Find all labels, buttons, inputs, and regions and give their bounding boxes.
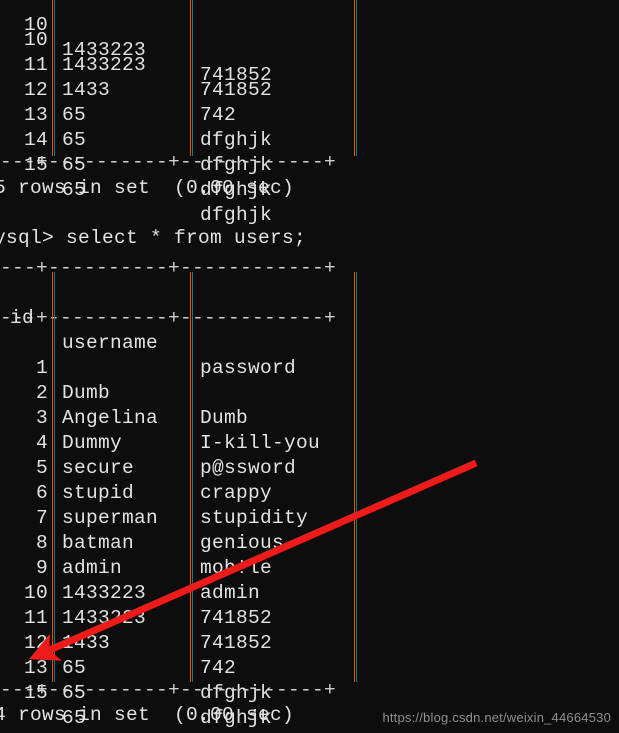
table-row: 2 Angelina I-kill-you <box>0 356 619 454</box>
column-separator <box>356 0 357 156</box>
cell-password: dfghjk <box>200 204 273 226</box>
table-rule-top: ----+----------+------------+ <box>0 257 337 279</box>
table-row: 3 Dummy p@ssword <box>0 381 619 479</box>
table-row: 12 65 dfghjk <box>0 53 619 151</box>
column-separator <box>192 0 193 156</box>
table-row: 6 superman genious <box>0 456 619 554</box>
column-separator <box>356 272 357 682</box>
table-row: 1 Dumb Dumb <box>0 331 619 429</box>
column-separator <box>190 272 191 682</box>
table-row: 11 1433 742 <box>0 581 619 679</box>
table-row: 5 stupid stupidity <box>0 431 619 529</box>
column-separator <box>54 272 55 682</box>
column-separator <box>192 272 193 682</box>
table-row: 7 batman mob!le <box>0 481 619 579</box>
column-separator <box>52 0 53 156</box>
mysql-prompt-line: ysql> select * from users; <box>0 227 307 249</box>
table-rule-bottom: ----+----------+------------+ <box>0 679 337 701</box>
column-separator <box>354 272 355 682</box>
column-separator <box>52 272 53 682</box>
table-row: 4 secure crappy <box>0 406 619 504</box>
result-footer-first: 5 rows in set (0.00 sec) <box>0 177 295 199</box>
table-row: 12 65 dfghjk <box>0 606 619 704</box>
result-footer-second: 4 rows in set (0.00 sec) <box>0 704 295 726</box>
table-row: 11 1433 742 <box>0 28 619 126</box>
table-header-row: id username password <box>0 281 619 379</box>
table-row: 10 1433223 741852 <box>0 3 619 101</box>
table-rule-header-bottom: ----+----------+------------+ <box>0 307 337 329</box>
terminal-screenshot: 10 1433223 741852 10 1433223 741852 11 1… <box>0 0 619 733</box>
table-rule: ----+----------+------------+ <box>0 151 337 173</box>
column-separator <box>54 0 55 156</box>
terminal-output: 10 1433223 741852 10 1433223 741852 11 1… <box>0 0 619 733</box>
table-row: 10 1433223 741852 <box>0 556 619 654</box>
column-separator <box>354 0 355 156</box>
table-row: 14 65 dfghjk <box>0 103 619 201</box>
table-row: 8 admin admin <box>0 506 619 604</box>
watermark-url: https://blog.csdn.net/weixin_44664530 <box>382 710 611 725</box>
column-separator <box>190 0 191 156</box>
table-row: 13 65 dfghjk <box>0 78 619 176</box>
table-row: 13 65 dfghjk <box>0 631 619 729</box>
table-row: 9 1433223 741852 <box>0 531 619 629</box>
